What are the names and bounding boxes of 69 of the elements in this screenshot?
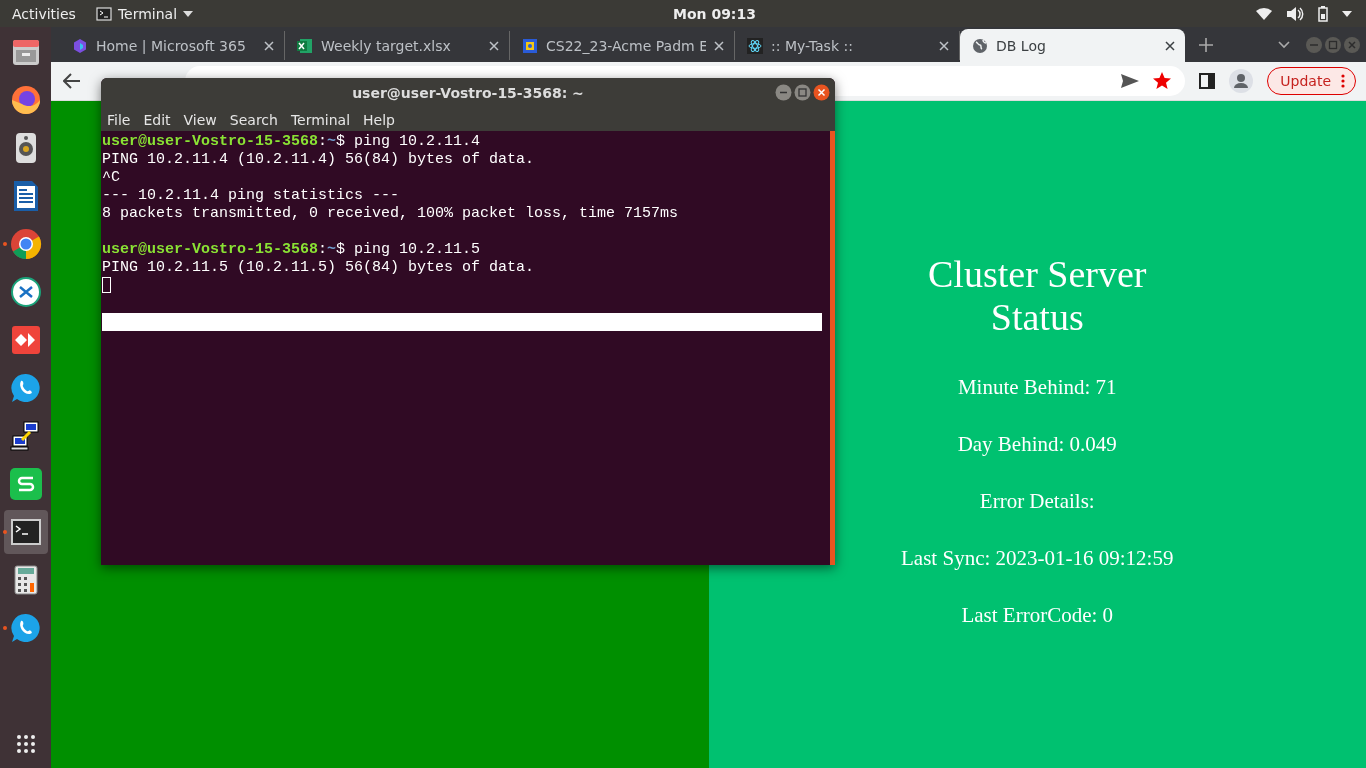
status-line: Error Details: <box>979 488 1095 515</box>
fox-globe-icon[interactable] <box>9 84 42 116</box>
spreadsheet-icon[interactable] <box>9 468 42 500</box>
app-grid-icon[interactable] <box>15 734 36 754</box>
close-icon[interactable] <box>939 40 949 51</box>
terminal-line: ^C <box>102 169 121 187</box>
atom-icon <box>747 37 763 54</box>
wifi-icon[interactable] <box>1256 6 1272 21</box>
scrollbar[interactable] <box>830 131 835 565</box>
activities-button[interactable]: Activities <box>12 5 76 22</box>
status-line: Day Behind: 0.049 <box>957 431 1117 458</box>
menu-item[interactable]: Edit <box>143 111 171 128</box>
new-tab-icon[interactable] <box>1199 38 1213 52</box>
phone-icon[interactable] <box>9 612 42 644</box>
clock[interactable]: Mon 09:13 <box>673 5 756 22</box>
battery-icon[interactable] <box>1318 5 1328 22</box>
globe-icon <box>972 37 988 54</box>
chevron-down-icon[interactable] <box>1278 41 1290 49</box>
terminal-line: PING 10.2.11.5 (10.2.11.5) 56(84) bytes of data. <box>102 259 536 277</box>
terminal-icon <box>95 6 112 21</box>
chrome-icon[interactable] <box>9 228 42 260</box>
terminal-line: user@user-Vostro-15-3568:~$ ping 10.2.11.5 <box>102 241 482 259</box>
status-line: Last ErrorCode: 0 <box>961 602 1114 629</box>
window-title: user@user-Vostro-15-3568: ~ <box>352 85 584 101</box>
page-title: Cluster Server Status <box>927 253 1148 339</box>
menu-item[interactable]: Terminal <box>290 111 351 128</box>
send-icon[interactable] <box>1121 74 1140 88</box>
dock-item-active[interactable] <box>3 510 48 554</box>
update-button[interactable]: Update <box>1267 67 1356 95</box>
kebab-menu-icon <box>1341 74 1345 88</box>
terminal-line: --- 10.2.11.4 ping statistics --- <box>102 187 401 205</box>
side-panel-icon[interactable] <box>1199 73 1216 89</box>
minimize-icon[interactable] <box>775 84 792 101</box>
status-line: Last Sync: 2023-01-16 09:12:59 <box>901 545 1174 572</box>
browser-tab[interactable]: DB Log <box>960 29 1185 62</box>
browser-tab[interactable]: Home | Microsoft 365 <box>60 31 285 60</box>
close-icon[interactable] <box>813 84 830 101</box>
terminal-line: user@user-Vostro-15-3568:~$ ping 10.2.11.4 <box>102 133 482 151</box>
hexagon-icon <box>72 37 88 54</box>
menu-item[interactable]: File <box>107 111 131 128</box>
browser-tab[interactable]: :: My-Task :: <box>735 31 960 60</box>
star-icon[interactable] <box>1153 72 1172 90</box>
volume-icon[interactable] <box>1286 6 1304 21</box>
status-line: Minute Behind: 71 <box>957 374 1117 401</box>
terminal-line: PING 10.2.11.4 (10.2.11.4) 56(84) bytes of data. <box>102 151 536 169</box>
menu-item[interactable]: Help <box>363 111 395 128</box>
profile-icon[interactable] <box>1229 69 1254 93</box>
app-menu[interactable]: Terminal <box>95 5 194 22</box>
close-icon[interactable] <box>489 40 499 51</box>
back-arrow-icon[interactable] <box>63 73 81 89</box>
close-icon[interactable] <box>714 40 724 51</box>
terminal-icon[interactable] <box>10 519 41 545</box>
close-icon[interactable] <box>264 40 274 51</box>
network-computers-icon[interactable] <box>9 420 42 452</box>
caret-icon <box>183 10 194 17</box>
terminal-line: 8 packets transmitted, 0 received, 100% packet loss, time 7157ms <box>102 205 680 223</box>
close-icon[interactable] <box>1165 40 1175 51</box>
frame-icon <box>522 37 538 54</box>
document-icon[interactable] <box>12 180 39 212</box>
text-cursor <box>102 277 111 294</box>
menu-item[interactable]: Search <box>229 111 278 128</box>
spreadsheet-icon <box>297 37 313 54</box>
phone-icon[interactable] <box>9 372 42 404</box>
menu-item[interactable]: View <box>183 111 217 128</box>
drawer-icon[interactable] <box>10 37 41 67</box>
remote-desktop-icon[interactable] <box>10 277 41 307</box>
browser-tab[interactable]: Weekly target.xlsx <box>285 31 510 60</box>
caret-icon[interactable] <box>1342 10 1352 17</box>
calculator-icon[interactable] <box>13 565 38 595</box>
